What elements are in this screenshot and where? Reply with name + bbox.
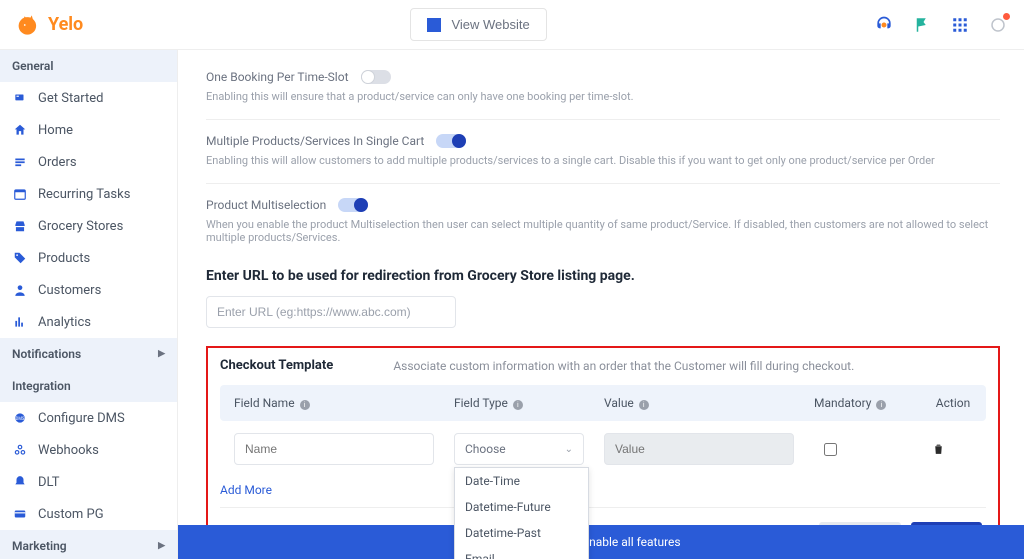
sidebar-item-get-started[interactable]: Get Started <box>0 82 177 114</box>
notification-icon[interactable] <box>988 15 1008 35</box>
multiselection-toggle[interactable] <box>338 198 368 212</box>
apps-grid-icon[interactable] <box>950 15 970 35</box>
info-icon: i <box>300 400 310 410</box>
field-type-select[interactable]: Choose ⌄ <box>454 433 584 465</box>
payment-icon <box>12 506 28 522</box>
redirect-url-title: Enter URL to be used for redirection fro… <box>206 268 1000 284</box>
sidebar-item-recurring[interactable]: Recurring Tasks <box>0 178 177 210</box>
multiselection-label: Product Multiselection <box>206 198 326 212</box>
sidebar-item-home[interactable]: Home <box>0 114 177 146</box>
checkout-template-title: Checkout Template <box>220 358 333 373</box>
support-icon[interactable] <box>874 15 894 35</box>
mandatory-checkbox[interactable] <box>824 443 837 456</box>
multiselection-desc: When you enable the product Multiselecti… <box>206 218 1000 244</box>
sidebar-item-dlt[interactable]: DLT <box>0 466 177 498</box>
rocket-icon <box>12 90 28 106</box>
upgrade-banner[interactable]: Upgrade to enable all features <box>178 525 1024 559</box>
chart-icon <box>12 314 28 330</box>
one-booking-label: One Booking Per Time-Slot <box>206 70 349 84</box>
sidebar-section-notifications[interactable]: Notifications▶ <box>0 338 177 370</box>
webhook-icon <box>12 442 28 458</box>
checkout-field-row: Choose ⌄ Date-Time Datetime-Future Datet… <box>220 421 986 477</box>
add-more-link[interactable]: Add More <box>220 483 272 497</box>
bell-icon <box>12 474 28 490</box>
view-website-label: View Website <box>451 17 529 32</box>
redirect-url-input[interactable] <box>206 296 456 328</box>
sidebar-section-marketing[interactable]: Marketing▶ <box>0 530 177 559</box>
sidebar-item-dms[interactable]: DMSConfigure DMS <box>0 402 177 434</box>
chevron-right-icon: ▶ <box>158 349 165 359</box>
dropdown-option[interactable]: Date-Time <box>455 468 588 494</box>
calendar-icon <box>12 186 28 202</box>
window-icon <box>427 18 441 32</box>
user-icon <box>12 282 28 298</box>
svg-text:DMS: DMS <box>16 416 25 421</box>
checkout-table-header: Field Name i Field Type i Value i Mandat… <box>220 385 986 421</box>
dropdown-option[interactable]: Email <box>455 546 588 559</box>
field-value-input[interactable] <box>604 433 794 465</box>
store-icon <box>12 218 28 234</box>
multi-products-desc: Enabling this will allow customers to ad… <box>206 154 1000 167</box>
tag-icon <box>12 250 28 266</box>
flag-icon[interactable] <box>912 15 932 35</box>
chevron-right-icon: ▶ <box>158 541 165 551</box>
sidebar-item-orders[interactable]: Orders <box>0 146 177 178</box>
sidebar-section-general: General <box>0 50 177 82</box>
multi-products-label: Multiple Products/Services In Single Car… <box>206 134 424 148</box>
brand-logo[interactable]: Yelo <box>16 11 83 39</box>
sidebar-item-custompg[interactable]: Custom PG <box>0 498 177 530</box>
home-icon <box>12 122 28 138</box>
delete-icon[interactable] <box>932 442 945 456</box>
view-website-button[interactable]: View Website <box>410 8 546 41</box>
info-icon: i <box>513 400 523 410</box>
sidebar-item-webhooks[interactable]: Webhooks <box>0 434 177 466</box>
lion-icon <box>16 11 44 39</box>
multi-products-toggle[interactable] <box>436 134 466 148</box>
one-booking-toggle[interactable] <box>361 70 391 84</box>
dropdown-option[interactable]: Datetime-Past <box>455 520 588 546</box>
info-icon: i <box>639 400 649 410</box>
sidebar-section-integration: Integration <box>0 370 177 402</box>
one-booking-desc: Enabling this will ensure that a product… <box>206 90 1000 103</box>
sidebar-item-grocery[interactable]: Grocery Stores <box>0 210 177 242</box>
chevron-down-icon: ⌄ <box>565 444 573 455</box>
orders-icon <box>12 154 28 170</box>
field-type-dropdown: Date-Time Datetime-Future Datetime-Past … <box>454 467 589 559</box>
checkout-template-desc: Associate custom information with an ord… <box>393 359 854 373</box>
info-icon: i <box>876 400 886 410</box>
field-name-input[interactable] <box>234 433 434 465</box>
sidebar-item-products[interactable]: Products <box>0 242 177 274</box>
content-area: One Booking Per Time-Slot Enabling this … <box>178 50 1024 559</box>
brand-name: Yelo <box>48 14 83 35</box>
dropdown-option[interactable]: Datetime-Future <box>455 494 588 520</box>
sidebar-item-analytics[interactable]: Analytics <box>0 306 177 338</box>
sidebar-item-customers[interactable]: Customers <box>0 274 177 306</box>
sidebar: General Get Started Home Orders Recurrin… <box>0 50 178 559</box>
dms-icon: DMS <box>12 410 28 426</box>
